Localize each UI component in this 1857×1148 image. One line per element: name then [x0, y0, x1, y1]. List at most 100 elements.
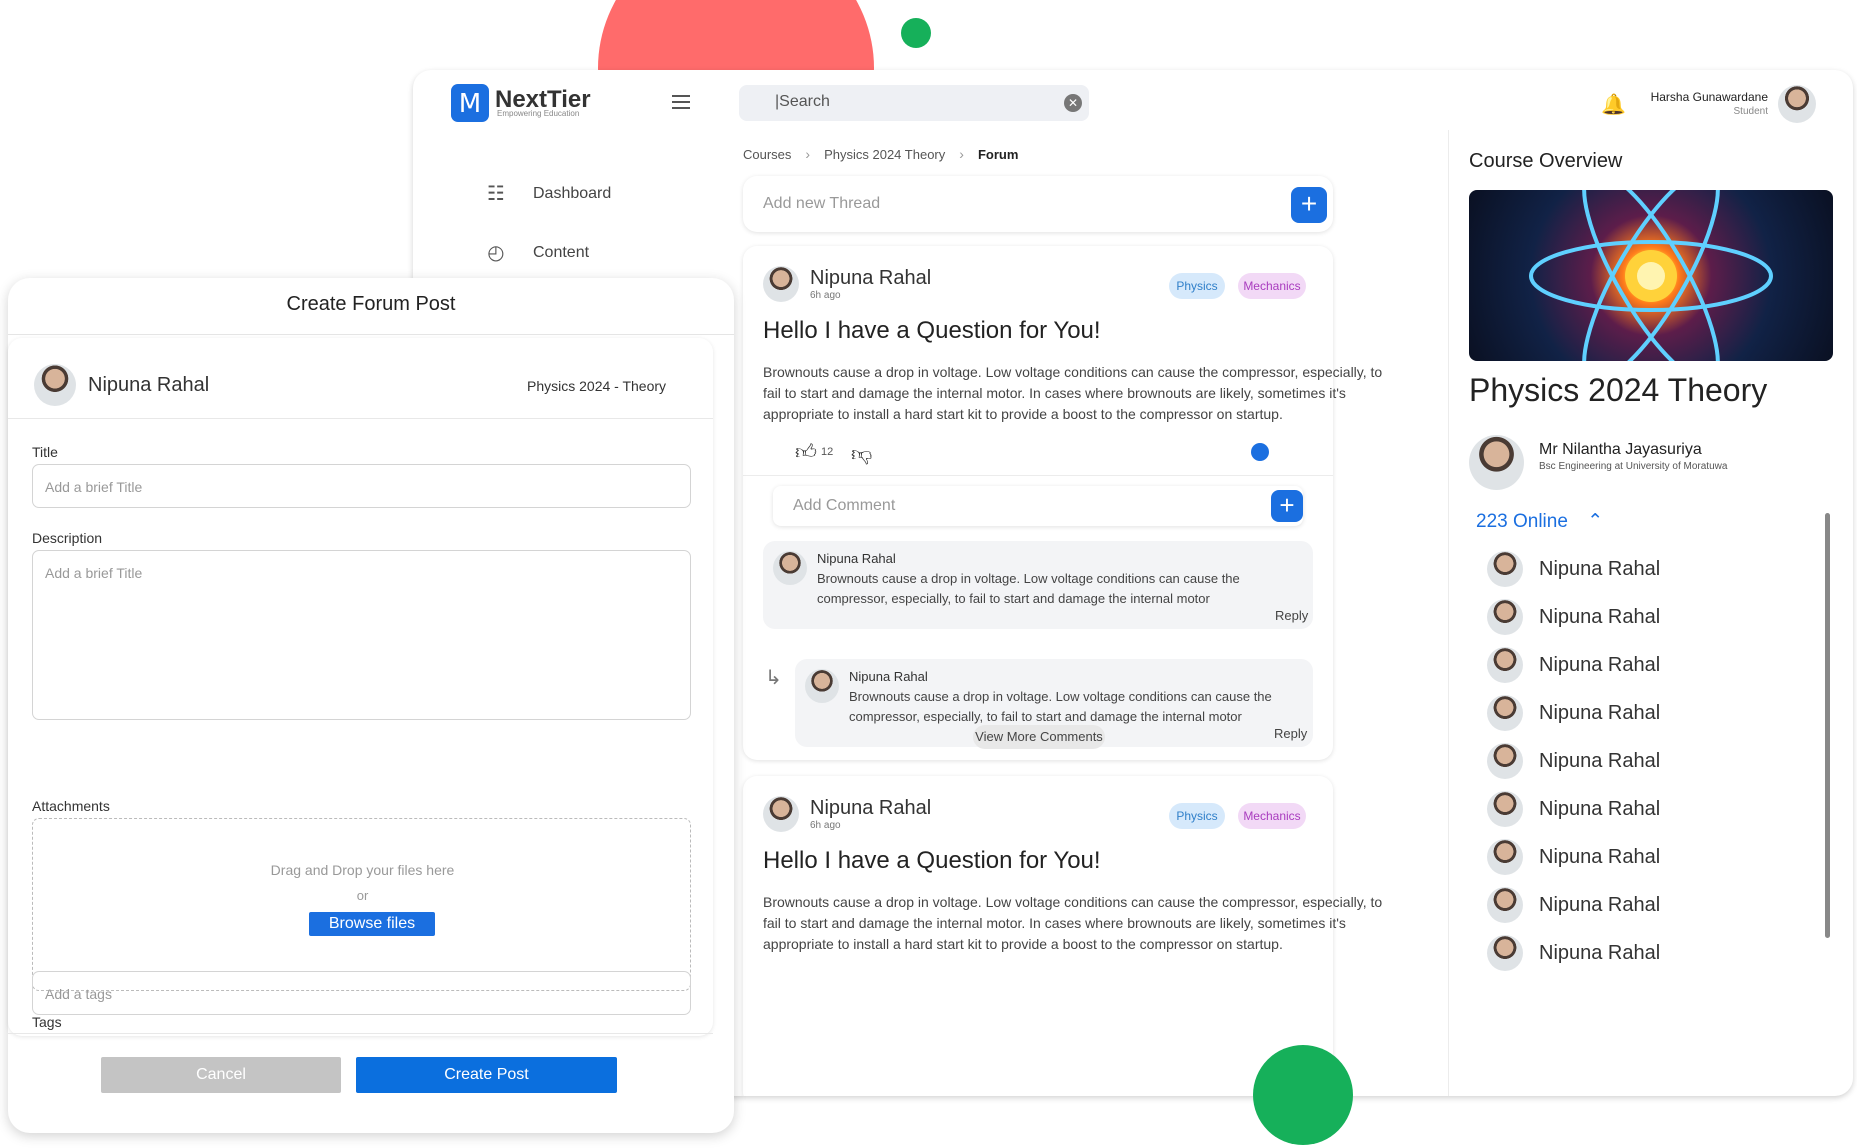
create-post-modal: Create Forum Post Nipuna Rahal Physics 2…: [8, 278, 734, 1133]
logo-icon: 𝖬: [451, 84, 489, 122]
post-title[interactable]: Hello I have a Question for You!: [763, 847, 1101, 875]
search-input[interactable]: [775, 93, 1055, 111]
forum-post: Nipuna Rahal 6h ago Physics Mechanics He…: [743, 776, 1382, 1096]
online-user[interactable]: Nipuna Rahal: [1487, 887, 1660, 923]
lecturer-detail: Bsc Engineering at University of Moratuw…: [1539, 461, 1728, 472]
sidebar-item-label: Dashboard: [533, 185, 612, 202]
online-count[interactable]: 223 Online ⌃: [1476, 510, 1603, 533]
post-author[interactable]: Nipuna Rahal: [810, 267, 931, 290]
thumbs-up-icon[interactable]: 👍︎: [795, 439, 817, 465]
add-comment-bar[interactable]: Add Comment +: [773, 486, 1303, 526]
online-user[interactable]: Nipuna Rahal: [1487, 839, 1660, 875]
create-post-button[interactable]: Create Post: [356, 1057, 617, 1093]
user-role: Student: [1733, 106, 1768, 117]
modal-author: Nipuna Rahal: [88, 374, 210, 396]
online-user-avatar: [1487, 743, 1523, 779]
tags-field[interactable]: Add a tags: [32, 971, 691, 1015]
search-bar: ✕: [739, 85, 1089, 121]
online-list-scrollbar[interactable]: [1825, 513, 1830, 938]
menu-icon[interactable]: [672, 95, 690, 113]
new-thread-input[interactable]: Add new Thread: [763, 195, 880, 213]
drop-text: Drag and Drop your files here: [270, 862, 455, 878]
modal-title: Create Forum Post: [286, 293, 456, 315]
browse-files-button[interactable]: Browse files: [309, 912, 435, 936]
clear-search-icon[interactable]: ✕: [1064, 94, 1082, 112]
reply-link[interactable]: Reply: [1274, 726, 1307, 741]
title-field[interactable]: Add a brief Title: [32, 464, 691, 508]
sidebar-item-label: Content: [533, 244, 590, 261]
lecturer-name: Mr Nilantha Jayasuriya: [1539, 441, 1702, 458]
panel-divider: [1448, 130, 1449, 1096]
breadcrumb-courses[interactable]: Courses: [743, 147, 791, 162]
view-more-comments-button[interactable]: View More Comments: [973, 725, 1105, 749]
chevron-right-icon: ›: [805, 146, 811, 162]
post-divider: [743, 475, 1333, 476]
tag-mechanics[interactable]: Mechanics: [1238, 273, 1306, 299]
breadcrumb-forum: Forum: [977, 146, 1019, 162]
post-author-avatar: [763, 266, 799, 302]
comment-avatar: [773, 551, 807, 585]
post-time: 6h ago: [810, 820, 841, 831]
content-icon: ◴: [487, 242, 505, 264]
create-post-form: Nipuna Rahal Physics 2024 - Theory Title…: [8, 338, 713, 1036]
brand-tagline: Empowering Education: [497, 109, 580, 118]
description-placeholder: Add a brief Title: [45, 565, 143, 581]
post-title[interactable]: Hello I have a Question for You!: [763, 317, 1101, 345]
online-user-name: Nipuna Rahal: [1539, 893, 1661, 916]
comment-author: Nipuna Rahal: [817, 551, 896, 566]
decorative-green-circle: [1253, 1045, 1353, 1145]
post-time: 6h ago: [810, 290, 841, 301]
modal-course: Physics 2024 - Theory: [527, 378, 667, 394]
course-overview-heading: Course Overview: [1469, 150, 1623, 172]
reply-arrow-icon: ↳: [765, 667, 782, 689]
online-user[interactable]: Nipuna Rahal: [1487, 695, 1660, 731]
online-user-name: Nipuna Rahal: [1539, 941, 1661, 964]
title-label: Title: [32, 444, 58, 460]
cancel-button[interactable]: Cancel: [101, 1057, 341, 1093]
dashboard-icon: ☷: [487, 183, 505, 205]
online-user[interactable]: Nipuna Rahal: [1487, 551, 1660, 587]
description-field[interactable]: Add a brief Title: [32, 550, 691, 720]
new-thread-bar[interactable]: Add new Thread +: [743, 176, 1333, 232]
add-thread-button[interactable]: +: [1291, 187, 1327, 223]
forum-post: Nipuna Rahal 6h ago Physics Mechanics He…: [743, 246, 1382, 760]
breadcrumb-course[interactable]: Physics 2024 Theory: [824, 147, 945, 162]
add-comment-button[interactable]: +: [1271, 490, 1303, 522]
online-user[interactable]: Nipuna Rahal: [1487, 599, 1660, 635]
tag-physics[interactable]: Physics: [1169, 273, 1225, 299]
chevron-right-icon: ›: [959, 146, 964, 162]
lecturer-avatar: [1469, 435, 1524, 490]
description-label: Description: [32, 530, 103, 546]
online-label: 223 Online: [1476, 511, 1568, 532]
thumbs-down-icon[interactable]: 👎︎: [851, 441, 872, 467]
online-user[interactable]: Nipuna Rahal: [1487, 743, 1660, 779]
sidebar-item-dashboard[interactable]: ☷ Dashboard: [485, 183, 611, 205]
online-user[interactable]: Nipuna Rahal: [1487, 647, 1660, 683]
online-user-name: Nipuna Rahal: [1539, 557, 1661, 580]
tag-mechanics[interactable]: Mechanics: [1238, 803, 1306, 829]
online-user[interactable]: Nipuna Rahal: [1487, 935, 1660, 971]
reply-link[interactable]: Reply: [1275, 608, 1308, 623]
post-author[interactable]: Nipuna Rahal: [810, 797, 931, 820]
or-text: or: [356, 888, 369, 903]
decorative-green-dot: [901, 18, 931, 48]
post-body: Brownouts cause a drop in voltage. Low v…: [763, 364, 1383, 422]
online-user[interactable]: Nipuna Rahal: [1487, 791, 1660, 827]
online-user-name: Nipuna Rahal: [1539, 845, 1661, 868]
like-count: 12: [821, 446, 834, 458]
online-user-avatar: [1487, 599, 1523, 635]
online-user-avatar: [1487, 791, 1523, 827]
chevron-up-icon[interactable]: ⌃: [1587, 511, 1603, 532]
online-user-name: Nipuna Rahal: [1539, 605, 1661, 628]
user-avatar[interactable]: [1778, 85, 1816, 123]
attachments-label: Attachments: [32, 798, 110, 814]
comment-icon[interactable]: [1251, 443, 1269, 461]
file-dropzone[interactable]: Drag and Drop your files here or Browse …: [32, 818, 691, 991]
add-comment-input[interactable]: Add Comment: [793, 497, 895, 515]
online-user-avatar: [1487, 551, 1523, 587]
footer-divider: [8, 1033, 713, 1034]
user-name: Harsha Gunawardane: [1650, 90, 1768, 104]
sidebar-item-content[interactable]: ◴ Content: [485, 242, 589, 264]
tags-label: Tags: [32, 1014, 62, 1030]
tag-physics[interactable]: Physics: [1169, 803, 1225, 829]
